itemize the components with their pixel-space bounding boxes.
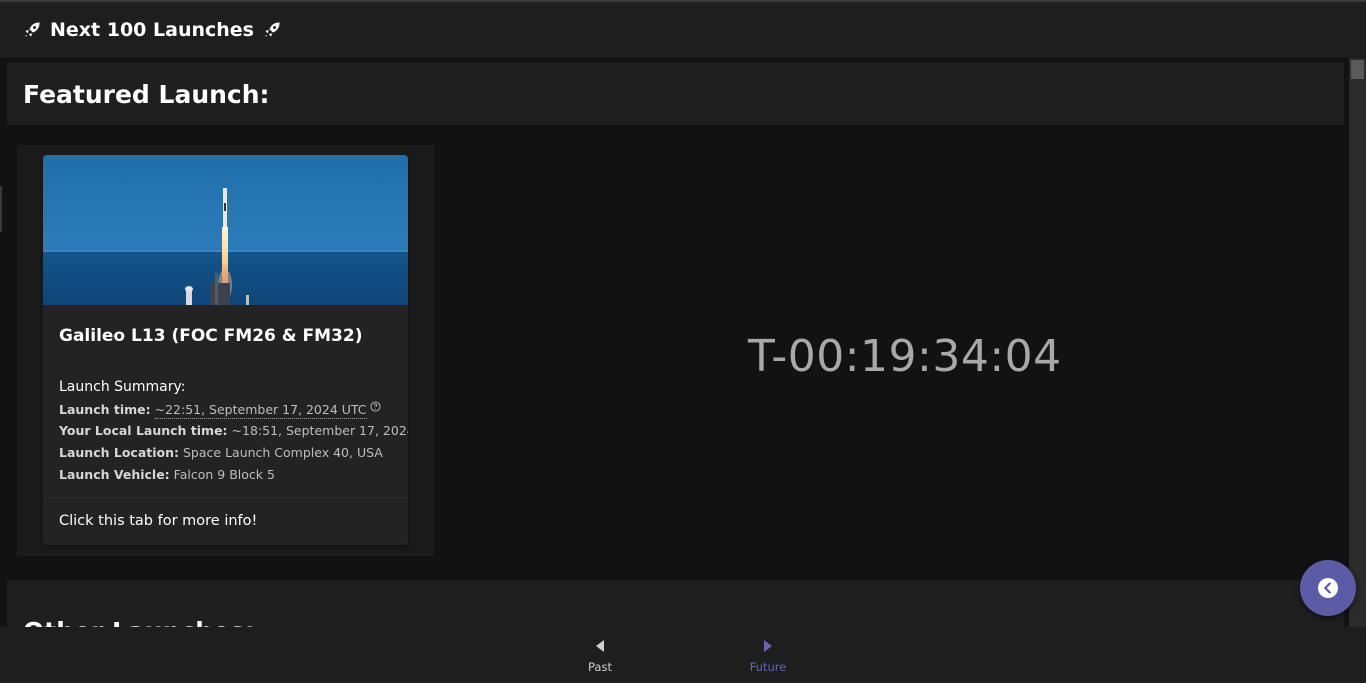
launch-image: [43, 155, 408, 305]
launch-time-row: Launch time: ~22:51, September 17, 2024 …: [59, 401, 381, 419]
other-section-title: Other Launches:: [23, 617, 255, 627]
scrollbar-thumb[interactable]: [1351, 60, 1364, 79]
launch-time-value[interactable]: ~22:51, September 17, 2024 UTC: [154, 402, 367, 419]
nav-past-button[interactable]: Past: [560, 627, 640, 683]
main-scroll-area[interactable]: Featured Launch: Galileo L13 (FOC FM26 &…: [0, 58, 1366, 627]
featured-section-title: Featured Launch:: [23, 79, 270, 109]
triangle-left-icon: [596, 640, 604, 652]
launch-location-label: Launch Location:: [59, 445, 180, 460]
launch-vehicle-label: Launch Vehicle:: [59, 467, 170, 482]
rocket-icon: [25, 22, 40, 37]
launch-location-row: Launch Location: Space Launch Complex 40…: [59, 445, 383, 460]
vertical-scrollbar[interactable]: [1349, 58, 1366, 627]
triangle-right-icon: [764, 640, 772, 652]
rocket-icon: [265, 22, 280, 37]
page-title: Next 100 Launches: [50, 18, 254, 41]
nav-past-label: Past: [588, 660, 612, 674]
launch-name: Galileo L13 (FOC FM26 & FM32): [59, 326, 363, 346]
left-edge-handle: [0, 186, 2, 232]
back-fab-button[interactable]: [1300, 560, 1356, 616]
featured-launch-card[interactable]: Galileo L13 (FOC FM26 & FM32) Launch Sum…: [43, 155, 408, 545]
nav-future-button[interactable]: Future: [728, 627, 808, 683]
local-launch-time-label: Your Local Launch time:: [59, 423, 228, 438]
bottom-navigation: Past Future: [0, 627, 1366, 683]
launch-summary-heading: Launch Summary:: [59, 379, 186, 395]
local-launch-time-value: ~18:51, September 17, 2024: [231, 423, 408, 438]
app-header: Next 100 Launches: [0, 2, 1366, 58]
launch-vehicle-value: Falcon 9 Block 5: [173, 467, 275, 482]
other-section-header: Other Launches:: [7, 580, 1344, 627]
local-launch-time-row: Your Local Launch time: ~18:51, Septembe…: [59, 423, 408, 438]
card-divider: [43, 497, 408, 498]
nav-future-label: Future: [749, 660, 787, 674]
card-footer-link[interactable]: Click this tab for more info!: [59, 513, 257, 529]
featured-section-header: Featured Launch:: [7, 63, 1344, 125]
launch-vehicle-row: Launch Vehicle: Falcon 9 Block 5: [59, 467, 275, 482]
help-circle-icon[interactable]: [370, 401, 381, 412]
chevron-left-icon: [1318, 578, 1338, 598]
launch-time-label: Launch time:: [59, 402, 151, 417]
launch-location-value: Space Launch Complex 40, USA: [183, 445, 383, 460]
featured-card-panel: Galileo L13 (FOC FM26 & FM32) Launch Sum…: [17, 145, 434, 556]
countdown-timer: T-00:19:34:04: [748, 331, 1062, 382]
